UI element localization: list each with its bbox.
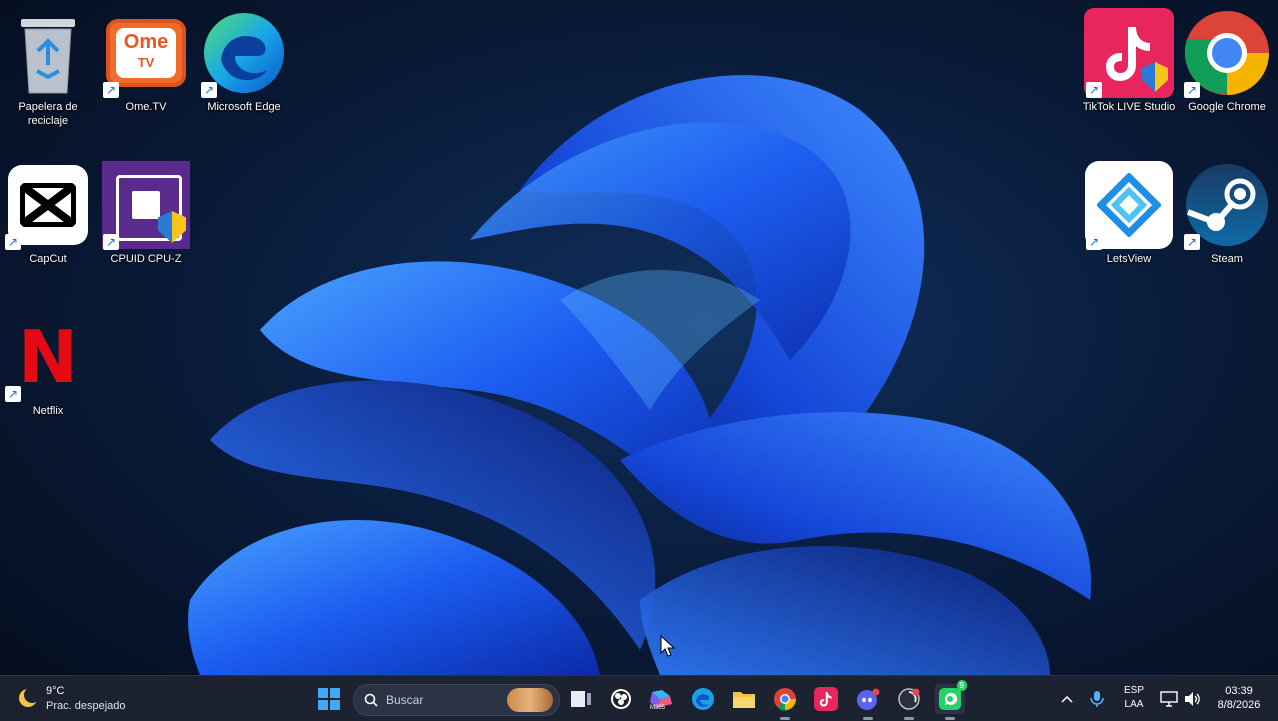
taskbar-chrome-button[interactable] [770, 684, 800, 720]
taskbar-file-explorer-button[interactable] [729, 684, 759, 714]
weather-widget[interactable]: 9°C Prac. despejado [12, 680, 152, 716]
language-indicator[interactable]: ESP LAA [1118, 684, 1150, 714]
language-code: ESP [1123, 685, 1144, 696]
edge-icon [692, 688, 714, 710]
recycle-bin-icon [21, 19, 75, 94]
shortcut-arrow-icon: ↗ [1086, 82, 1102, 98]
taskbar-edge-button[interactable] [688, 684, 718, 714]
taskbar-obs-button[interactable] [606, 684, 636, 714]
ometv-icon-subtext: TV [137, 55, 155, 70]
desktop-icon-google-chrome[interactable]: ↗ Google Chrome [1179, 8, 1275, 114]
taskbar-discord-button[interactable] [853, 684, 883, 720]
windows-logo-icon [318, 688, 340, 710]
obs-icon [611, 689, 631, 709]
desktop-icon-label-line2: reciclaje [27, 115, 69, 127]
chevron-up-icon [1061, 695, 1073, 703]
desktop-icon-label-line1: Papelera de [18, 101, 78, 113]
clock-time: 03:39 [1225, 685, 1253, 697]
weather-moon-icon [19, 687, 40, 707]
chrome-icon [774, 688, 796, 711]
network-icon [1160, 691, 1178, 707]
desktop-icon-steam[interactable]: ↗ Steam [1179, 160, 1275, 266]
desktop-icon-label: Netflix [32, 405, 64, 417]
desktop-icon-label: CPUID CPU-Z [110, 253, 182, 265]
network-button[interactable] [1156, 684, 1182, 714]
clock-date: 8/8/2026 [1217, 699, 1261, 711]
search-placeholder: Buscar [386, 693, 424, 707]
desktop-icon-label: Steam [1211, 253, 1243, 265]
desktop-icon-label: TikTok LIVE Studio [1082, 101, 1176, 113]
clock[interactable]: 03:39 8/8/2026 [1208, 684, 1270, 714]
start-button[interactable] [314, 684, 344, 714]
desktop-icon-tiktok-live-studio[interactable]: ↗ TikTok LIVE Studio [1081, 8, 1177, 114]
desktop-icon-microsoft-edge[interactable]: ↗ Microsoft Edge [196, 8, 292, 114]
search-icon [364, 693, 378, 707]
volume-button[interactable] [1180, 684, 1204, 714]
keyboard-layout: LAA [1124, 699, 1144, 710]
taskbar: 9°C Prac. despejado Buscar M365 9 ESP LA… [0, 675, 1278, 721]
desktop-icon-cpuz[interactable]: ↗ CPUID CPU-Z [98, 160, 194, 266]
whatsapp-badge: 9 [956, 680, 967, 691]
shortcut-arrow-icon: ↗ [5, 234, 21, 250]
ometv-icon: Ome TV [106, 19, 186, 87]
shortcut-arrow-icon: ↗ [5, 386, 21, 402]
mouse-cursor-icon [660, 635, 676, 657]
desktop-icon-letsview[interactable]: ↗ LetsView [1081, 160, 1177, 266]
task-view-icon [571, 691, 591, 707]
taskbar-m365-button[interactable]: M365 [646, 684, 676, 714]
folder-icon [733, 692, 755, 708]
weather-condition: Prac. despejado [46, 700, 126, 712]
whatsapp-icon [939, 688, 961, 710]
desktop-icon-label: CapCut [29, 253, 67, 265]
desktop-icon-label: LetsView [1106, 253, 1152, 265]
shortcut-arrow-icon: ↗ [103, 234, 119, 250]
weather-temp: 9°C [46, 685, 65, 697]
microphone-button[interactable] [1084, 684, 1110, 714]
task-view-button[interactable] [566, 684, 596, 714]
shortcut-arrow-icon: ↗ [1086, 234, 1102, 250]
discord-icon [857, 688, 880, 710]
m365-label: M365 [650, 705, 666, 711]
ometv-icon-text: Ome [123, 31, 169, 53]
desktop-icon-label: Microsoft Edge [207, 101, 281, 113]
desktop-icon-label: Google Chrome [1188, 101, 1266, 113]
shortcut-arrow-icon: ↗ [1184, 82, 1200, 98]
desktop-icon-ometv[interactable]: Ome TV ↗ Ome.TV [98, 8, 194, 114]
taskbar-obs-studio-button[interactable] [894, 684, 924, 720]
shortcut-arrow-icon: ↗ [103, 82, 119, 98]
taskbar-whatsapp-button[interactable]: 9 [935, 680, 967, 720]
microphone-icon [1090, 691, 1104, 707]
desktop-icon-label: Ome.TV [125, 101, 167, 113]
obs-studio-icon [898, 688, 920, 710]
netflix-icon: N [17, 315, 79, 399]
search-box[interactable]: Buscar [353, 684, 560, 716]
capcut-icon [8, 165, 88, 245]
speaker-icon [1185, 692, 1200, 706]
desktop-icon-recycle-bin[interactable]: Papelera de reciclaje [0, 8, 96, 128]
search-highlight-image [507, 688, 553, 712]
shortcut-arrow-icon: ↗ [201, 82, 217, 98]
taskbar-tiktok-live-button[interactable] [811, 684, 841, 714]
desktop-icon-capcut[interactable]: ↗ CapCut [0, 160, 96, 266]
tiktok-icon [814, 687, 838, 711]
shortcut-arrow-icon: ↗ [1184, 234, 1200, 250]
show-hidden-icons-button[interactable] [1053, 684, 1081, 714]
desktop-icon-netflix[interactable]: N ↗ Netflix [0, 312, 96, 418]
